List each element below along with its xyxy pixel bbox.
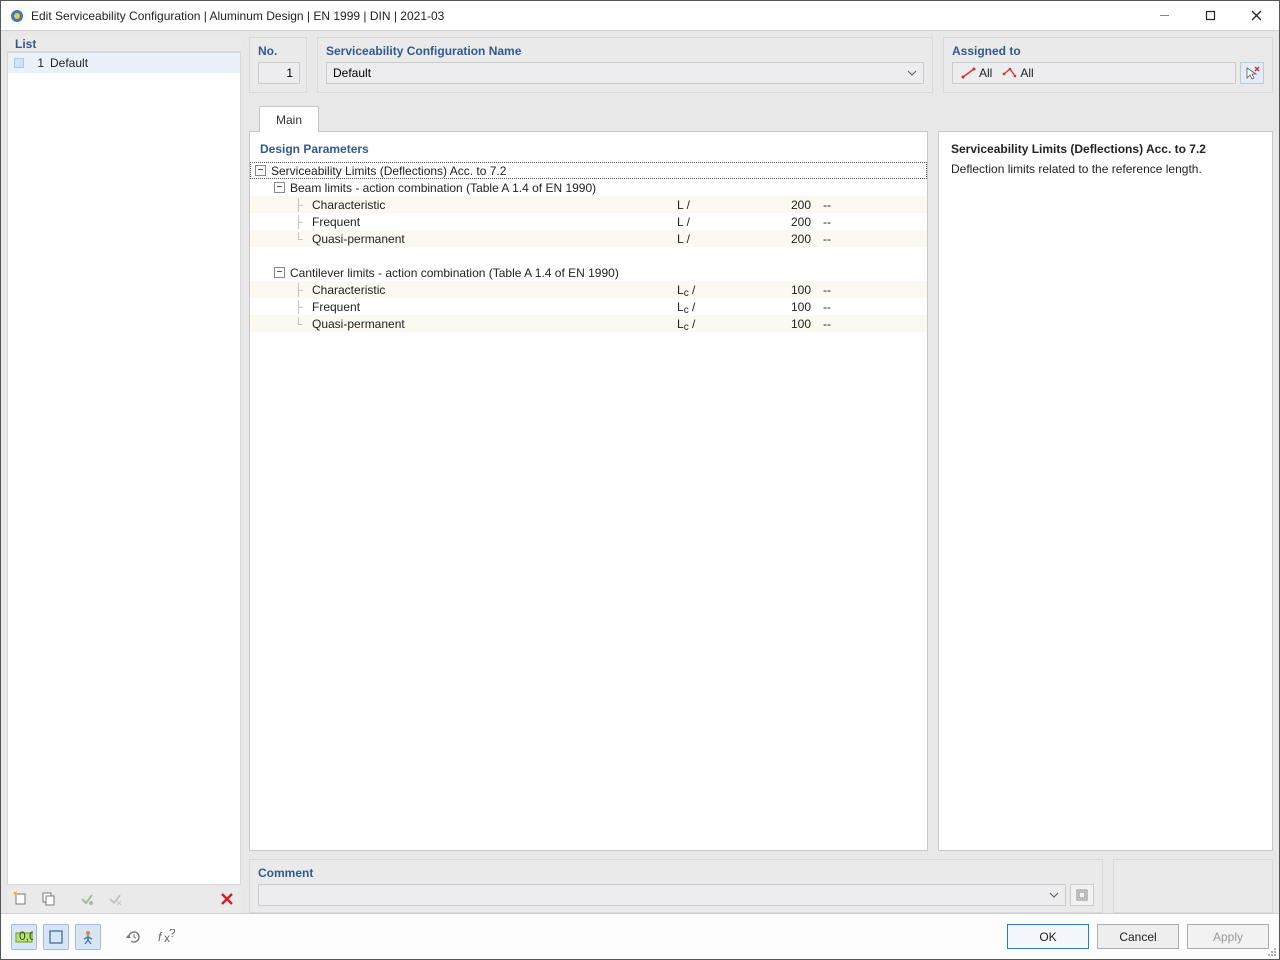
- tree-row[interactable]: └Quasi-permanent Lc / 100 --: [250, 315, 927, 332]
- copy-button[interactable]: [37, 887, 61, 911]
- tree-row[interactable]: └Quasi-permanent L / 200 --: [250, 230, 927, 247]
- tree-row[interactable]: ├Frequent L / 200 --: [250, 213, 927, 230]
- name-value: Default: [333, 66, 371, 80]
- tree-row[interactable]: ├Characteristic Lc / 100 --: [250, 281, 927, 298]
- no-field[interactable]: [258, 62, 300, 84]
- include-button[interactable]: [75, 887, 99, 911]
- member-set-icon: [1002, 67, 1017, 79]
- parameters-tree[interactable]: − Serviceability Limits (Deflections) Ac…: [250, 162, 927, 332]
- svg-text:?: ?: [169, 929, 175, 940]
- titlebar: Edit Serviceability Configuration | Alum…: [1, 1, 1279, 31]
- collapse-icon[interactable]: −: [274, 182, 285, 193]
- symbol: Lc /: [673, 317, 745, 331]
- tabstrip: Main: [249, 103, 1273, 131]
- frame-icon: [48, 929, 64, 945]
- units-icon: 0,00: [15, 929, 33, 945]
- list-toolbar: [7, 885, 241, 913]
- assigned-tag-members: All: [961, 66, 992, 80]
- person-icon: [80, 929, 96, 945]
- name-field[interactable]: Default: [326, 62, 924, 84]
- new-button[interactable]: [9, 887, 33, 911]
- chevron-down-icon: [907, 67, 917, 81]
- minimize-button[interactable]: [1141, 1, 1187, 30]
- comment-library-button[interactable]: [1070, 884, 1094, 906]
- comment-label: Comment: [250, 860, 1102, 884]
- tree-group[interactable]: − Cantilever limits - action combination…: [250, 264, 927, 281]
- fx-button[interactable]: fx?: [153, 924, 179, 950]
- chevron-down-icon: [1049, 889, 1059, 903]
- assigned-label: Assigned to: [944, 38, 1272, 62]
- assigned-field[interactable]: All All: [952, 62, 1236, 84]
- member-icon: [961, 67, 976, 79]
- tree-root[interactable]: − Serviceability Limits (Deflections) Ac…: [250, 162, 927, 179]
- list-item[interactable]: 1 Default: [8, 53, 240, 73]
- delete-button[interactable]: [215, 887, 239, 911]
- no-panel: No.: [249, 37, 307, 93]
- description-text: Deflection limits related to the referen…: [951, 162, 1260, 176]
- svg-text:0,00: 0,00: [19, 929, 33, 943]
- list-item-label: Default: [50, 56, 88, 70]
- collapse-icon[interactable]: −: [274, 267, 285, 278]
- tree-row[interactable]: ├Characteristic L / 200 --: [250, 196, 927, 213]
- name-panel: Serviceability Configuration Name Defaul…: [317, 37, 933, 93]
- name-label: Serviceability Configuration Name: [318, 38, 932, 62]
- history-icon: [126, 929, 142, 945]
- no-label: No.: [250, 38, 306, 62]
- collapse-icon[interactable]: −: [255, 165, 266, 176]
- units-toggle[interactable]: 0,00: [11, 924, 37, 950]
- library-icon: [1075, 888, 1089, 902]
- history-button[interactable]: [121, 924, 147, 950]
- description-heading: Serviceability Limits (Deflections) Acc.…: [951, 142, 1260, 156]
- window-title: Edit Serviceability Configuration | Alum…: [31, 9, 1141, 23]
- preview-panel: [1113, 859, 1273, 913]
- config-list[interactable]: 1 Default: [7, 52, 241, 885]
- pick-cursor-icon: [1244, 65, 1260, 81]
- list-item-swatch-icon: [14, 58, 24, 68]
- tab-main[interactable]: Main: [259, 106, 319, 132]
- assigned-tag-member-sets: All: [1002, 66, 1033, 80]
- tree-row[interactable]: ├Frequent Lc / 100 --: [250, 298, 927, 315]
- symbol: Lc /: [673, 300, 745, 314]
- assign-pick-button[interactable]: [1240, 62, 1264, 84]
- tree-group[interactable]: − Beam limits - action combination (Tabl…: [250, 179, 927, 196]
- view-toggle[interactable]: [43, 924, 69, 950]
- maximize-button[interactable]: [1187, 1, 1233, 30]
- comment-field[interactable]: [258, 884, 1066, 906]
- close-button[interactable]: [1233, 1, 1279, 30]
- cancel-button[interactable]: Cancel: [1097, 924, 1179, 949]
- ok-button[interactable]: OK: [1007, 924, 1089, 949]
- resize-grip-icon[interactable]: [1265, 945, 1277, 957]
- app-icon: [9, 8, 25, 24]
- exclude-button[interactable]: [103, 887, 127, 911]
- function-icon: fx?: [157, 929, 175, 945]
- design-parameters-heading: Design Parameters: [250, 132, 927, 162]
- apply-button[interactable]: Apply: [1187, 924, 1269, 949]
- description-panel: Serviceability Limits (Deflections) Acc.…: [938, 131, 1273, 851]
- symbol: Lc /: [673, 283, 745, 297]
- tree-spacer: [250, 247, 927, 264]
- person-toggle[interactable]: [75, 924, 101, 950]
- assigned-panel: Assigned to All All: [943, 37, 1273, 93]
- list-item-number: 1: [30, 56, 44, 70]
- svg-text:f: f: [158, 930, 163, 944]
